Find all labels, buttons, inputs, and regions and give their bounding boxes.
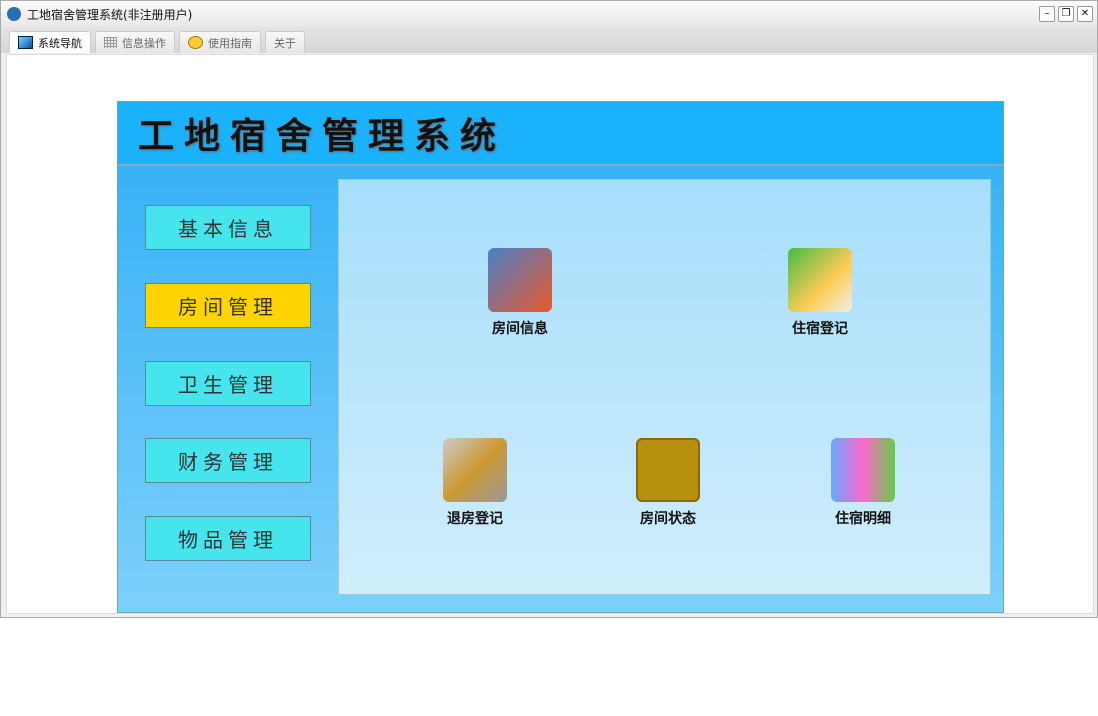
tab-user-guide[interactable]: 使用指南 (179, 31, 261, 53)
window-title: 工地宿舍管理系统(非注册用户) (27, 7, 193, 22)
house-icon (636, 438, 700, 502)
people-icon (831, 438, 895, 502)
accommodation-detail-button[interactable]: 住宿明细 (803, 438, 923, 528)
room-info-button[interactable]: 房间信息 (460, 248, 580, 338)
tab-label: 关于 (274, 36, 296, 50)
tab-system-nav[interactable]: 系统导航 (9, 31, 91, 53)
help-icon (188, 36, 203, 49)
item-label: 房间信息 (492, 321, 548, 337)
app-logo-icon (7, 7, 21, 21)
monitor-icon (18, 36, 33, 49)
grid-icon (104, 37, 117, 48)
tab-info-ops[interactable]: 信息操作 (95, 31, 175, 53)
function-panel: 房间信息 住宿登记 退房登记 房间状态 住宿明细 (338, 179, 991, 595)
close-button[interactable]: ✕ (1077, 6, 1093, 22)
nav-room-management[interactable]: 房间管理 (145, 283, 311, 328)
tab-bar: 系统导航 信息操作 使用指南 关于 (1, 27, 1097, 53)
register-icon (788, 248, 852, 312)
item-label: 住宿明细 (835, 511, 891, 527)
tab-about[interactable]: 关于 (265, 31, 305, 53)
restore-button[interactable]: ❐ (1058, 6, 1074, 22)
item-label: 住宿登记 (792, 321, 848, 337)
check-out-button[interactable]: 退房登记 (415, 438, 535, 528)
item-label: 退房登记 (447, 511, 503, 527)
content-area: 工地宿舍管理系统 基本信息 房间管理 卫生管理 财务管理 物品管理 房间信息 住… (6, 54, 1094, 614)
room-status-button[interactable]: 房间状态 (608, 438, 728, 528)
nav-hygiene-management[interactable]: 卫生管理 (145, 361, 311, 406)
check-in-button[interactable]: 住宿登记 (760, 248, 880, 338)
tab-label: 系统导航 (38, 36, 82, 50)
minimize-button[interactable]: – (1039, 6, 1055, 22)
tab-label: 信息操作 (122, 36, 166, 50)
nav-goods-management[interactable]: 物品管理 (145, 516, 311, 561)
tab-label: 使用指南 (208, 36, 252, 50)
nav-finance-management[interactable]: 财务管理 (145, 438, 311, 483)
building-icon (488, 248, 552, 312)
main-window: 工地宿舍管理系统(非注册用户) – ❐ ✕ 系统导航 信息操作 使用指南 关于 … (0, 0, 1098, 618)
item-label: 房间状态 (640, 511, 696, 527)
title-bar: 工地宿舍管理系统(非注册用户) – ❐ ✕ (1, 1, 1097, 27)
person-icon (443, 438, 507, 502)
nav-basic-info[interactable]: 基本信息 (145, 205, 311, 250)
app-panel: 工地宿舍管理系统 基本信息 房间管理 卫生管理 财务管理 物品管理 房间信息 住… (117, 101, 1004, 613)
app-title: 工地宿舍管理系统 (118, 102, 1003, 166)
